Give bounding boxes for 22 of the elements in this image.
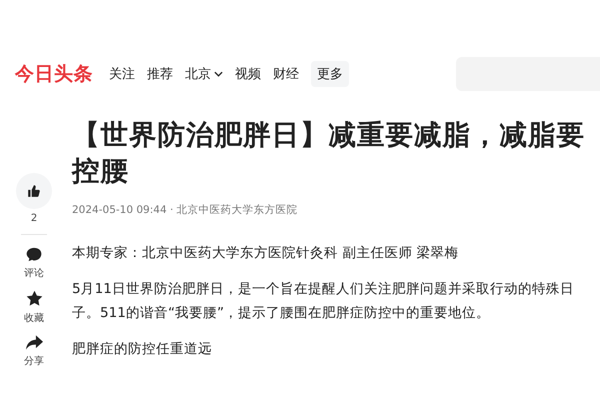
like-count: 2 <box>30 213 38 224</box>
article-meta: 2024-05-10 09:44 · 北京中医药大学东方医院 <box>72 203 299 217</box>
action-label[interactable]: 收藏 <box>24 311 44 325</box>
chevron-down-icon <box>214 71 223 77</box>
action-label[interactable]: 分享 <box>24 354 44 368</box>
paragraph: 本期专家：北京中医药大学东方医院针灸科 副主任医师 梁翠梅 <box>72 244 460 263</box>
thumbs-up-icon <box>27 184 41 198</box>
action-label[interactable]: 评论 <box>24 266 44 280</box>
site-logo[interactable]: 今日头条 <box>15 61 93 87</box>
like-button[interactable] <box>16 173 52 209</box>
paragraph: 肥胖症的防控任重道远 <box>72 340 213 359</box>
nav-link[interactable]: 关注 <box>109 61 135 87</box>
nav-link[interactable]: 财经 <box>273 61 299 87</box>
speech-bubble-icon <box>26 247 42 262</box>
paragraph: 5月11日世界防治肥胖日，是一个旨在提醒人们关注肥胖问题并采取行动的特殊日子。511的谐音“我要腰”，提示了腰围在肥胖症防控中的重要地位。 <box>72 280 575 323</box>
nav-link[interactable]: 视频 <box>235 61 261 87</box>
nav-link[interactable]: 推荐 <box>147 61 173 87</box>
star-icon <box>26 290 42 307</box>
more-button[interactable]: 更多 <box>311 61 349 87</box>
nav-dropdown[interactable]: 北京 <box>185 61 223 87</box>
share-arrow-icon <box>26 335 42 350</box>
article-title: 【世界防治肥胖日】减重要减脂，减脂要控腰 <box>72 118 586 189</box>
